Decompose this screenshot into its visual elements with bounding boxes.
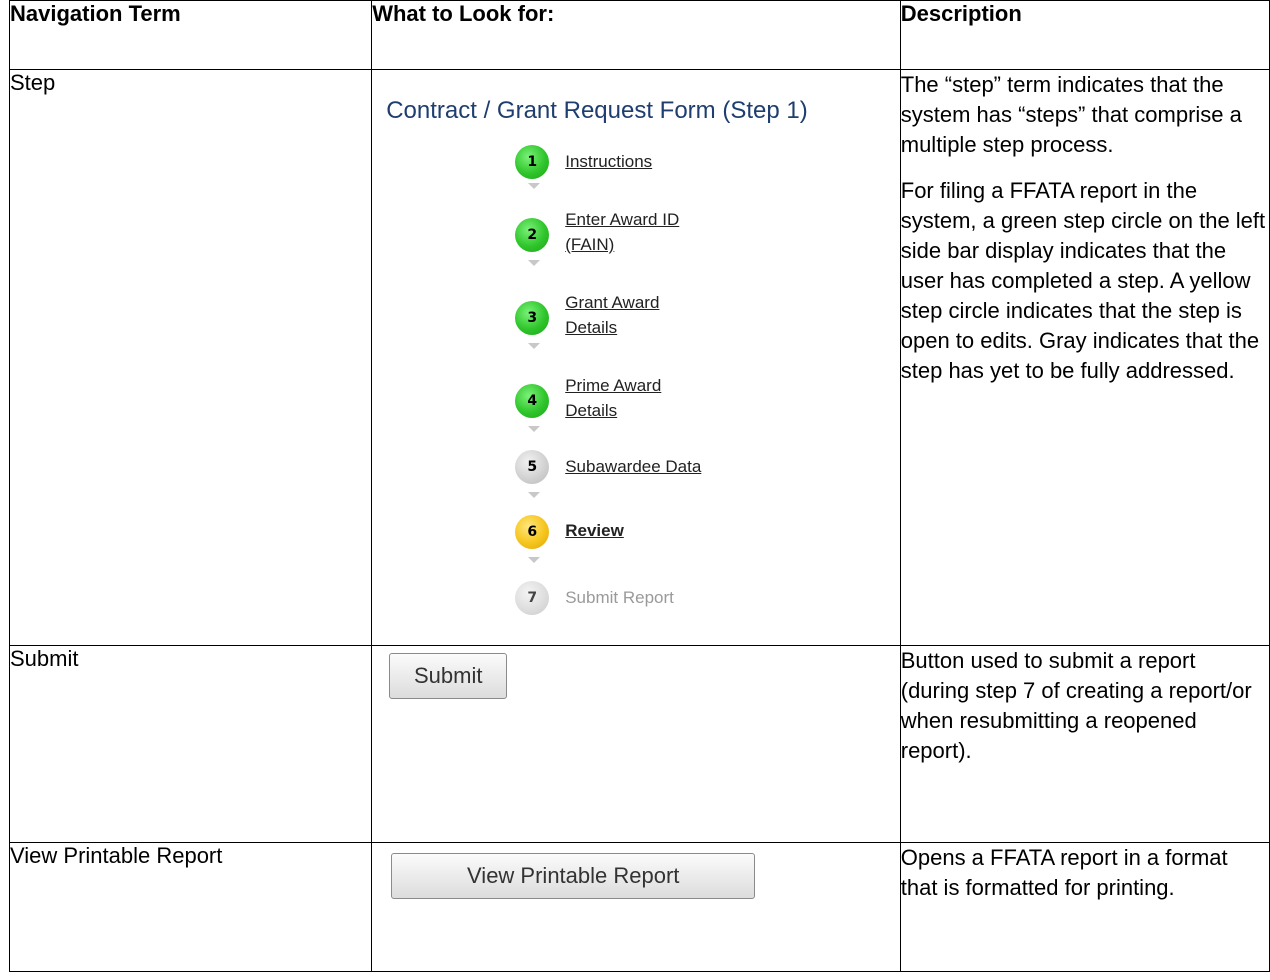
step-circle-complete-icon: 1	[515, 145, 550, 179]
header-what-to-look-for: What to Look for:	[371, 0, 901, 70]
term-view-printable-report: View Printable Report	[8, 842, 373, 972]
navigation-terms-table: Navigation Term What to Look for: Descri…	[8, 0, 1270, 972]
table-row-submit: Submit Submit Button used to submit a re…	[8, 645, 1270, 843]
step-circle-complete-icon: 2	[515, 218, 550, 252]
step-circle-complete-icon: 4	[515, 384, 550, 418]
table-row-view-printable-report: View Printable Report View Printable Rep…	[8, 842, 1270, 972]
step-circle-open-icon: 6	[515, 515, 550, 549]
description-step-paragraph-1: The “step” term indicates that the syste…	[900, 72, 1242, 157]
submit-button[interactable]: Submit	[389, 653, 508, 699]
down-arrow-icon	[528, 492, 541, 498]
step-link-subawardee-data[interactable]: Subawardee Data	[565, 454, 701, 479]
down-arrow-icon	[528, 426, 541, 432]
step-link-review[interactable]: Review	[565, 518, 624, 543]
step-label-submit-report: Submit Report	[565, 588, 674, 607]
view-printable-report-button[interactable]: View Printable Report	[391, 853, 756, 899]
look-for-step-indicator: Contract / Grant Request Form (Step 1) 1…	[371, 69, 901, 646]
step-link-grant-award-details[interactable]: Grant Award Details	[565, 290, 659, 340]
table-row-step: Step Contract / Grant Request Form (Step…	[8, 69, 1270, 646]
step-link-prime-award-details[interactable]: Prime Award Details	[565, 373, 661, 423]
table-header-row: Navigation Term What to Look for: Descri…	[8, 0, 1270, 70]
header-navigation-term: Navigation Term	[8, 0, 373, 70]
step-link-instructions[interactable]: Instructions	[565, 149, 652, 174]
description-step-paragraph-2: For filing a FFATA report in the system,…	[900, 178, 1266, 383]
down-arrow-icon	[528, 260, 541, 266]
form-title: Contract / Grant Request Form (Step 1)	[386, 97, 808, 124]
look-for-view-printable-report: View Printable Report	[371, 842, 901, 972]
step-circle-gray-icon: 5	[515, 450, 550, 484]
down-arrow-icon	[528, 557, 541, 563]
description-step: The “step” term indicates that the syste…	[899, 69, 1270, 646]
description-view-printable-report: Opens a FFATA report in a format that is…	[899, 842, 1270, 972]
description-submit: Button used to submit a report (during s…	[899, 645, 1270, 843]
term-step: Step	[8, 69, 373, 646]
term-submit: Submit	[8, 645, 373, 843]
down-arrow-icon	[528, 183, 541, 189]
step-circle-disabled-icon: 7	[515, 581, 550, 615]
step-circle-complete-icon: 3	[515, 301, 550, 335]
header-description: Description	[899, 0, 1270, 70]
look-for-submit: Submit	[371, 645, 901, 843]
down-arrow-icon	[528, 343, 541, 349]
step-link-enter-award-id[interactable]: Enter Award ID (FAIN)	[565, 207, 679, 257]
